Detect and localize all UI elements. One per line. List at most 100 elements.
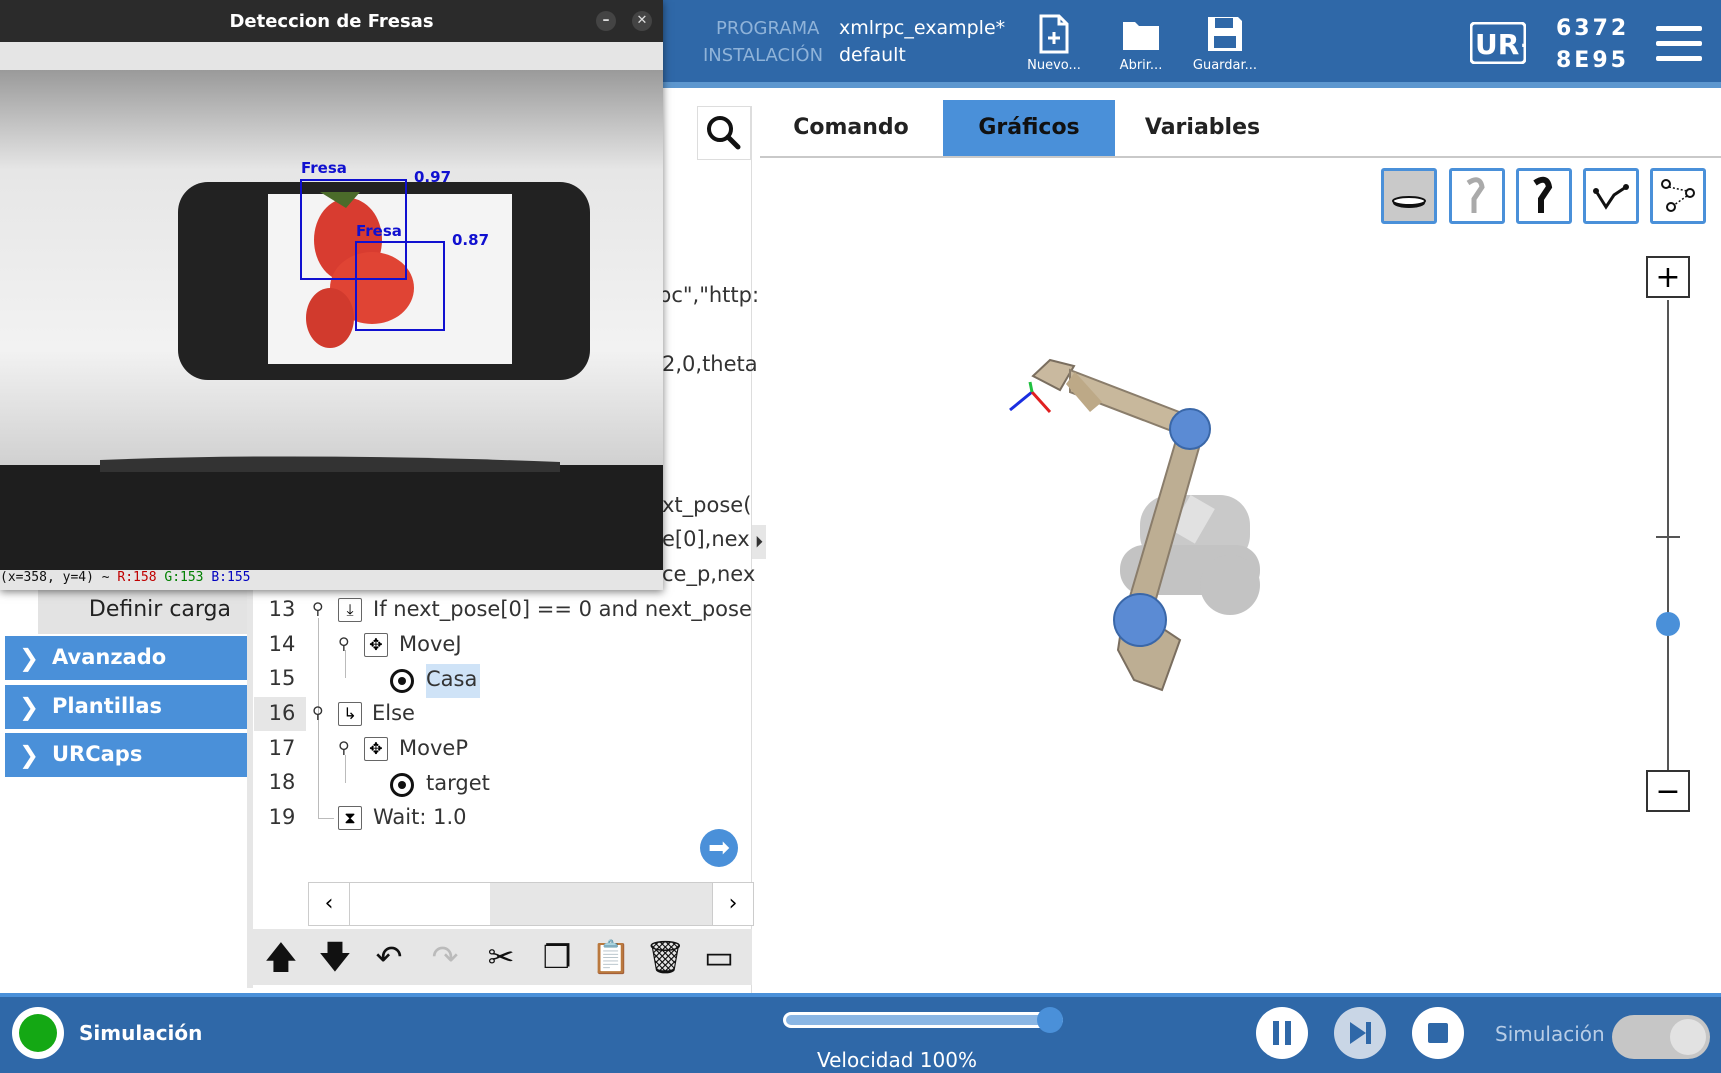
nav-plantillas[interactable]: ❯ Plantillas xyxy=(5,685,247,729)
pixel-b: B:155 xyxy=(211,570,251,585)
zoom-track xyxy=(1667,300,1669,770)
tab-variables[interactable]: Variables xyxy=(1115,100,1290,156)
line-number: 14 xyxy=(268,632,296,656)
zoom-in-button[interactable]: + xyxy=(1646,256,1690,298)
undo-icon[interactable]: ↶ xyxy=(369,937,409,977)
tree-gutter xyxy=(247,588,253,988)
tree-row-text: If next_pose[0] == 0 and next_pose xyxy=(373,597,752,621)
speed-slider-handle[interactable] xyxy=(1037,1007,1063,1033)
tree-row-movej[interactable]: ⚲ ✥ MoveJ xyxy=(336,632,536,662)
speed-label: Velocidad 100% xyxy=(817,1048,977,1072)
tree-guide xyxy=(318,818,334,819)
tree-row-movep[interactable]: ⚲ ✥ MoveP xyxy=(336,736,536,766)
status-indicator[interactable] xyxy=(12,1007,64,1059)
horizontal-scrollbar[interactable]: ‹ › xyxy=(308,882,754,926)
base-view-icon xyxy=(1392,196,1426,208)
pixel-g: G:153 xyxy=(164,570,204,585)
tree-row-target[interactable]: target xyxy=(390,768,510,802)
line-number: 18 xyxy=(268,770,296,794)
tab-bar: Comando Gráficos Variables xyxy=(760,100,1721,158)
tree-row-text: Wait: 1.0 xyxy=(373,805,467,829)
tree-row-text: Casa xyxy=(426,667,478,691)
tree-row-wait[interactable]: ⧗ Wait: 1.0 xyxy=(336,805,536,835)
code-fragment: e[0],nex xyxy=(662,527,750,551)
tree-row-casa[interactable]: Casa xyxy=(390,664,480,698)
ur-plus-logo[interactable]: UR+ xyxy=(1469,21,1543,65)
view-front-button[interactable] xyxy=(1516,168,1572,224)
tree-row-if[interactable]: ⚲ ⤓ If next_pose[0] == 0 and next_pose xyxy=(310,597,752,627)
tab-graficos[interactable]: Gráficos xyxy=(943,100,1115,156)
serial-line-1: 6372 xyxy=(1556,16,1630,41)
minimize-icon[interactable]: – xyxy=(596,11,616,31)
tab-comando[interactable]: Comando xyxy=(760,100,942,156)
collapse-pin-icon: ⚲ xyxy=(312,703,324,722)
save-button-label: Guardar... xyxy=(1192,58,1258,73)
redo-icon[interactable]: ↷ xyxy=(425,937,465,977)
define-load-button[interactable]: Definir carga xyxy=(38,588,247,634)
tree-row-text: Else xyxy=(372,701,415,725)
scroll-left-icon[interactable]: ‹ xyxy=(309,883,350,925)
line-number: 15 xyxy=(268,666,296,690)
next-arrow-button[interactable]: ➡ xyxy=(700,829,738,867)
tree-row-text: MoveP xyxy=(399,736,468,760)
panel-collapse-handle[interactable]: ⏵ xyxy=(752,525,766,559)
tree-row-else[interactable]: ⚲ ↳ Else xyxy=(310,701,510,731)
line-number: 17 xyxy=(268,736,296,760)
search-button[interactable] xyxy=(697,106,751,160)
view-side-button[interactable] xyxy=(1449,168,1505,224)
if-icon: ⤓ xyxy=(338,598,362,622)
camera-status-bar: (x=358, y=4) ~ R:158 G:153 B:155 xyxy=(0,570,663,590)
status-dot-icon xyxy=(19,1014,57,1052)
toggle-label: Simulación xyxy=(1495,1022,1605,1046)
folder-icon xyxy=(1123,22,1159,50)
speed-slider[interactable] xyxy=(783,1007,1063,1033)
new-button[interactable]: Nuevo... xyxy=(1014,10,1094,80)
copy-icon[interactable]: ❐ xyxy=(537,937,577,977)
view-path-button[interactable] xyxy=(1583,168,1639,224)
camera-window-title: Deteccion de Fresas xyxy=(229,11,434,32)
move-up-icon[interactable]: 🡅 xyxy=(261,937,301,977)
open-button[interactable]: Abrir... xyxy=(1101,10,1181,80)
programa-label: PROGRAMA xyxy=(716,18,820,39)
delete-icon[interactable]: 🗑 xyxy=(645,937,686,977)
svg-text:UR+: UR+ xyxy=(1475,28,1526,61)
close-icon[interactable]: ✕ xyxy=(632,11,652,31)
chevron-right-icon: ❯ xyxy=(19,644,40,672)
simulation-toggle[interactable] xyxy=(1612,1015,1710,1059)
zoom-out-button[interactable]: − xyxy=(1646,770,1690,812)
scroll-right-icon[interactable]: › xyxy=(712,883,753,925)
hamburger-menu-icon[interactable] xyxy=(1656,26,1702,64)
step-forward-icon xyxy=(1350,1022,1371,1044)
zoom-slider-handle[interactable] xyxy=(1656,612,1680,636)
paste-icon[interactable]: 📋 xyxy=(591,937,631,977)
pause-button[interactable] xyxy=(1256,1007,1308,1059)
cut-icon[interactable]: ✂ xyxy=(481,937,521,977)
program-name[interactable]: xmlrpc_example* xyxy=(839,17,1005,39)
line-number: 16 xyxy=(268,701,296,725)
open-button-label: Abrir... xyxy=(1119,58,1163,73)
view-top-button[interactable] xyxy=(1381,168,1437,224)
stop-button[interactable] xyxy=(1412,1007,1464,1059)
waypoints-icon xyxy=(1661,179,1695,212)
view-waypoints-button[interactable] xyxy=(1650,168,1706,224)
save-button[interactable]: Guardar... xyxy=(1185,10,1265,80)
tree-row-text: MoveJ xyxy=(399,632,462,656)
pixel-r: R:158 xyxy=(117,570,157,585)
suppress-icon[interactable]: ▭ xyxy=(699,937,739,977)
zoom-midmark xyxy=(1656,536,1680,538)
move-down-icon[interactable]: 🡇 xyxy=(315,937,355,977)
camera-feed: Fresa 0.97 Fresa 0.87 xyxy=(0,70,663,570)
step-button[interactable] xyxy=(1334,1007,1386,1059)
camera-window[interactable]: Deteccion de Fresas – ✕ Fresa 0.97 Fresa… xyxy=(0,0,663,590)
hourglass-icon: ⧗ xyxy=(338,806,362,830)
scroll-thumb[interactable] xyxy=(490,883,712,925)
installation-name[interactable]: default xyxy=(839,44,906,66)
nav-avanzado[interactable]: ❯ Avanzado xyxy=(5,636,247,680)
detection-score: 0.87 xyxy=(452,231,489,249)
robot-serial: 6372 8E95 xyxy=(1556,13,1629,77)
camera-titlebar[interactable]: Deteccion de Fresas – ✕ xyxy=(0,0,663,42)
stop-icon xyxy=(1428,1023,1448,1043)
camera-toolbar-strip xyxy=(0,42,663,70)
robot-3d-view[interactable] xyxy=(990,320,1370,700)
nav-urcaps[interactable]: ❯ URCaps xyxy=(5,733,247,777)
